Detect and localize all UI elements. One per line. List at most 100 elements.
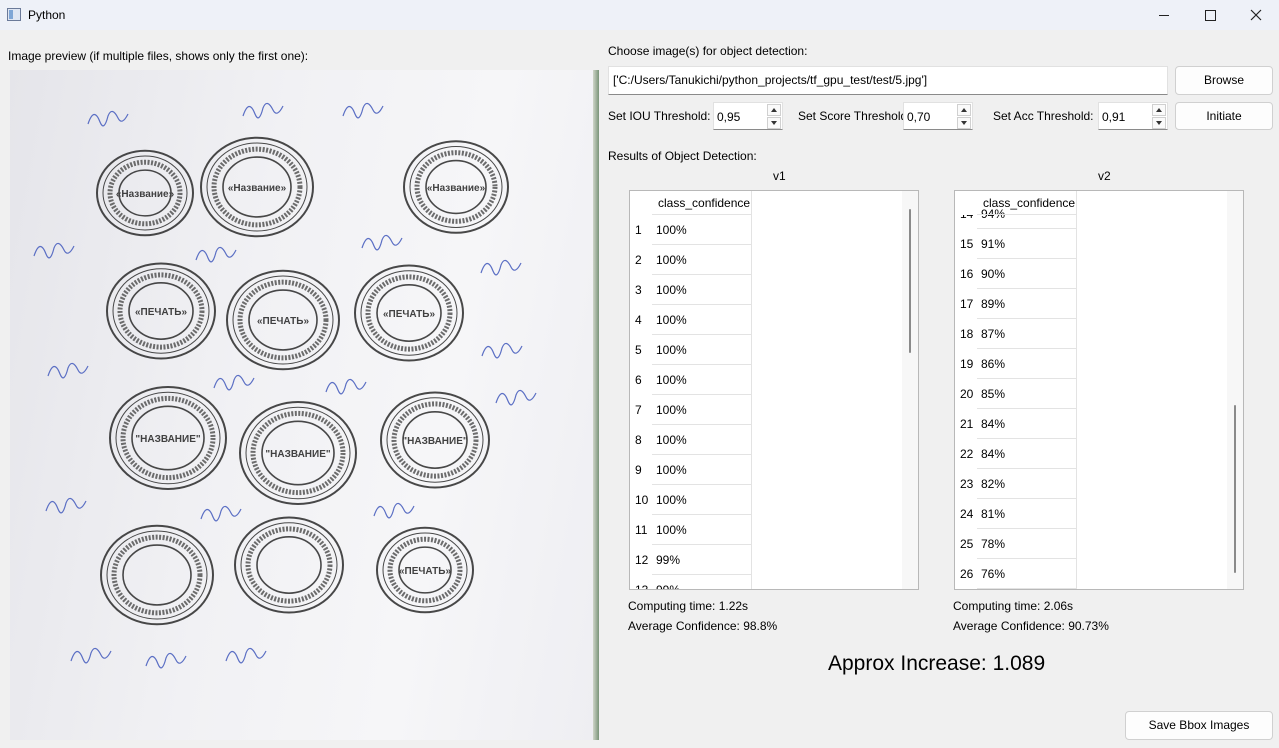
confidence-cell[interactable]: 84%	[977, 409, 1077, 439]
confidence-cell[interactable]: 86%	[977, 349, 1077, 379]
preview-edge	[593, 70, 599, 740]
score-value: 0,70	[907, 110, 931, 124]
v1-column-header[interactable]: class_confidence	[652, 191, 752, 215]
table-row[interactable]: 22 84%	[955, 439, 1235, 469]
acc-threshold-spinbox[interactable]: 0,91	[1098, 102, 1168, 130]
confidence-cell[interactable]: 85%	[977, 379, 1077, 409]
row-number: 3	[635, 283, 642, 297]
confidence-cell[interactable]: 99%	[652, 575, 752, 589]
table-corner	[630, 191, 652, 215]
iou-threshold-spinbox[interactable]: 0,95	[713, 102, 783, 130]
table-row[interactable]: 10 100%	[630, 485, 910, 515]
table-row[interactable]: 18 87%	[955, 319, 1235, 349]
confidence-cell[interactable]: 76%	[977, 559, 1077, 589]
v1-scroll-thumb[interactable]	[909, 209, 911, 353]
table-row[interactable]: 19 86%	[955, 349, 1235, 379]
results-label: Results of Object Detection:	[608, 149, 757, 163]
v2-scrollbar[interactable]	[1227, 191, 1243, 589]
confidence-cell[interactable]: 89%	[977, 289, 1077, 319]
row-number: 12	[635, 553, 649, 567]
stamp	[100, 524, 214, 626]
confidence-cell[interactable]: 100%	[652, 245, 752, 275]
close-icon[interactable]	[1233, 0, 1279, 30]
confidence-cell[interactable]: 100%	[652, 365, 752, 395]
iou-value: 0,95	[717, 110, 741, 124]
acc-value: 0,91	[1102, 110, 1126, 124]
confidence-cell[interactable]: 100%	[652, 335, 752, 365]
confidence-cell[interactable]: 100%	[652, 395, 752, 425]
table-row[interactable]: 7 100%	[630, 395, 910, 425]
spin-up-icon[interactable]	[957, 104, 971, 116]
confidence-cell[interactable]: 100%	[652, 485, 752, 515]
row-number: 23	[960, 477, 974, 491]
confidence-cell[interactable]: 87%	[977, 319, 1077, 349]
confidence-cell[interactable]: 100%	[652, 275, 752, 305]
confidence-cell[interactable]: 100%	[652, 515, 752, 545]
table-row[interactable]: 16 90%	[955, 259, 1235, 289]
v2-results-table[interactable]: 1494%1591%1690%1789%1887%1986%2085%2184%…	[954, 190, 1244, 590]
spin-up-icon[interactable]	[1152, 104, 1166, 116]
spin-down-icon[interactable]	[957, 117, 971, 129]
table-row[interactable]: 17 89%	[955, 289, 1235, 319]
table-row[interactable]: 12 99%	[630, 545, 910, 575]
spin-down-icon[interactable]	[1152, 117, 1166, 129]
v2-scroll-thumb[interactable]	[1234, 405, 1236, 573]
save-bbox-images-button[interactable]: Save Bbox Images	[1125, 711, 1273, 740]
table-row[interactable]: 15 91%	[955, 229, 1235, 259]
confidence-cell[interactable]: 91%	[977, 229, 1077, 259]
table-row[interactable]: 13 99%	[630, 575, 910, 589]
table-corner	[955, 191, 977, 215]
confidence-cell[interactable]: 81%	[977, 499, 1077, 529]
confidence-cell[interactable]: 100%	[652, 455, 752, 485]
table-row[interactable]: 4 100%	[630, 305, 910, 335]
signature-mark	[480, 259, 522, 276]
table-row[interactable]: 24 81%	[955, 499, 1235, 529]
table-row[interactable]: 3 100%	[630, 275, 910, 305]
stamp-text: «Название»	[116, 189, 175, 200]
initiate-button[interactable]: Initiate	[1175, 102, 1273, 130]
browse-button[interactable]: Browse	[1175, 66, 1273, 95]
v2-rows: 1494%1591%1690%1789%1887%1986%2085%2184%…	[955, 199, 1235, 589]
table-row[interactable]: 23 82%	[955, 469, 1235, 499]
score-threshold-spinbox[interactable]: 0,70	[903, 102, 973, 130]
table-row[interactable]: 8 100%	[630, 425, 910, 455]
confidence-cell[interactable]: 78%	[977, 529, 1077, 559]
table-row[interactable]: 25 78%	[955, 529, 1235, 559]
confidence-cell[interactable]: 100%	[652, 425, 752, 455]
choose-label: Choose image(s) for object detection:	[608, 44, 808, 58]
stamp-text: «ПЕЧАТЬ»	[257, 316, 309, 327]
v1-scrollbar[interactable]	[902, 191, 918, 589]
table-row[interactable]: 9 100%	[630, 455, 910, 485]
table-row[interactable]: 21 84%	[955, 409, 1235, 439]
spin-up-icon[interactable]	[767, 104, 781, 116]
spin-down-icon[interactable]	[767, 117, 781, 129]
stamp: «ПЕЧАТЬ»	[226, 269, 340, 371]
table-row[interactable]: 11 100%	[630, 515, 910, 545]
stamp: «Название»	[403, 140, 509, 234]
row-number: 15	[960, 237, 974, 251]
confidence-cell[interactable]: 99%	[652, 545, 752, 575]
v2-column-header[interactable]: class_confidence	[977, 191, 1077, 215]
maximize-icon[interactable]	[1187, 0, 1233, 30]
signature-mark	[33, 242, 75, 259]
confidence-cell[interactable]: 84%	[977, 439, 1077, 469]
confidence-cell[interactable]: 100%	[652, 215, 752, 245]
v2-average-confidence: Average Confidence: 90.73%	[953, 619, 1109, 633]
v1-computing-time: Computing time: 1.22s	[628, 599, 749, 613]
table-row[interactable]: 5 100%	[630, 335, 910, 365]
file-path-input[interactable]: ['C:/Users/Tanukichi/python_projects/tf_…	[608, 66, 1168, 95]
signature-mark	[481, 342, 523, 359]
confidence-cell[interactable]: 82%	[977, 469, 1077, 499]
minimize-icon[interactable]	[1141, 0, 1187, 30]
v1-title: v1	[773, 169, 786, 183]
signature-mark	[495, 389, 537, 406]
table-row[interactable]: 2 100%	[630, 245, 910, 275]
confidence-cell[interactable]: 100%	[652, 305, 752, 335]
v1-results-table[interactable]: 1 100% 2 100% 3 100% 4 100% 5 100% 6 100% 7 100% 8 100%…	[629, 190, 919, 590]
table-row[interactable]: 1 100%	[630, 215, 910, 245]
row-number: 19	[960, 357, 974, 371]
table-row[interactable]: 20 85%	[955, 379, 1235, 409]
confidence-cell[interactable]: 90%	[977, 259, 1077, 289]
table-row[interactable]: 26 76%	[955, 559, 1235, 589]
table-row[interactable]: 6 100%	[630, 365, 910, 395]
